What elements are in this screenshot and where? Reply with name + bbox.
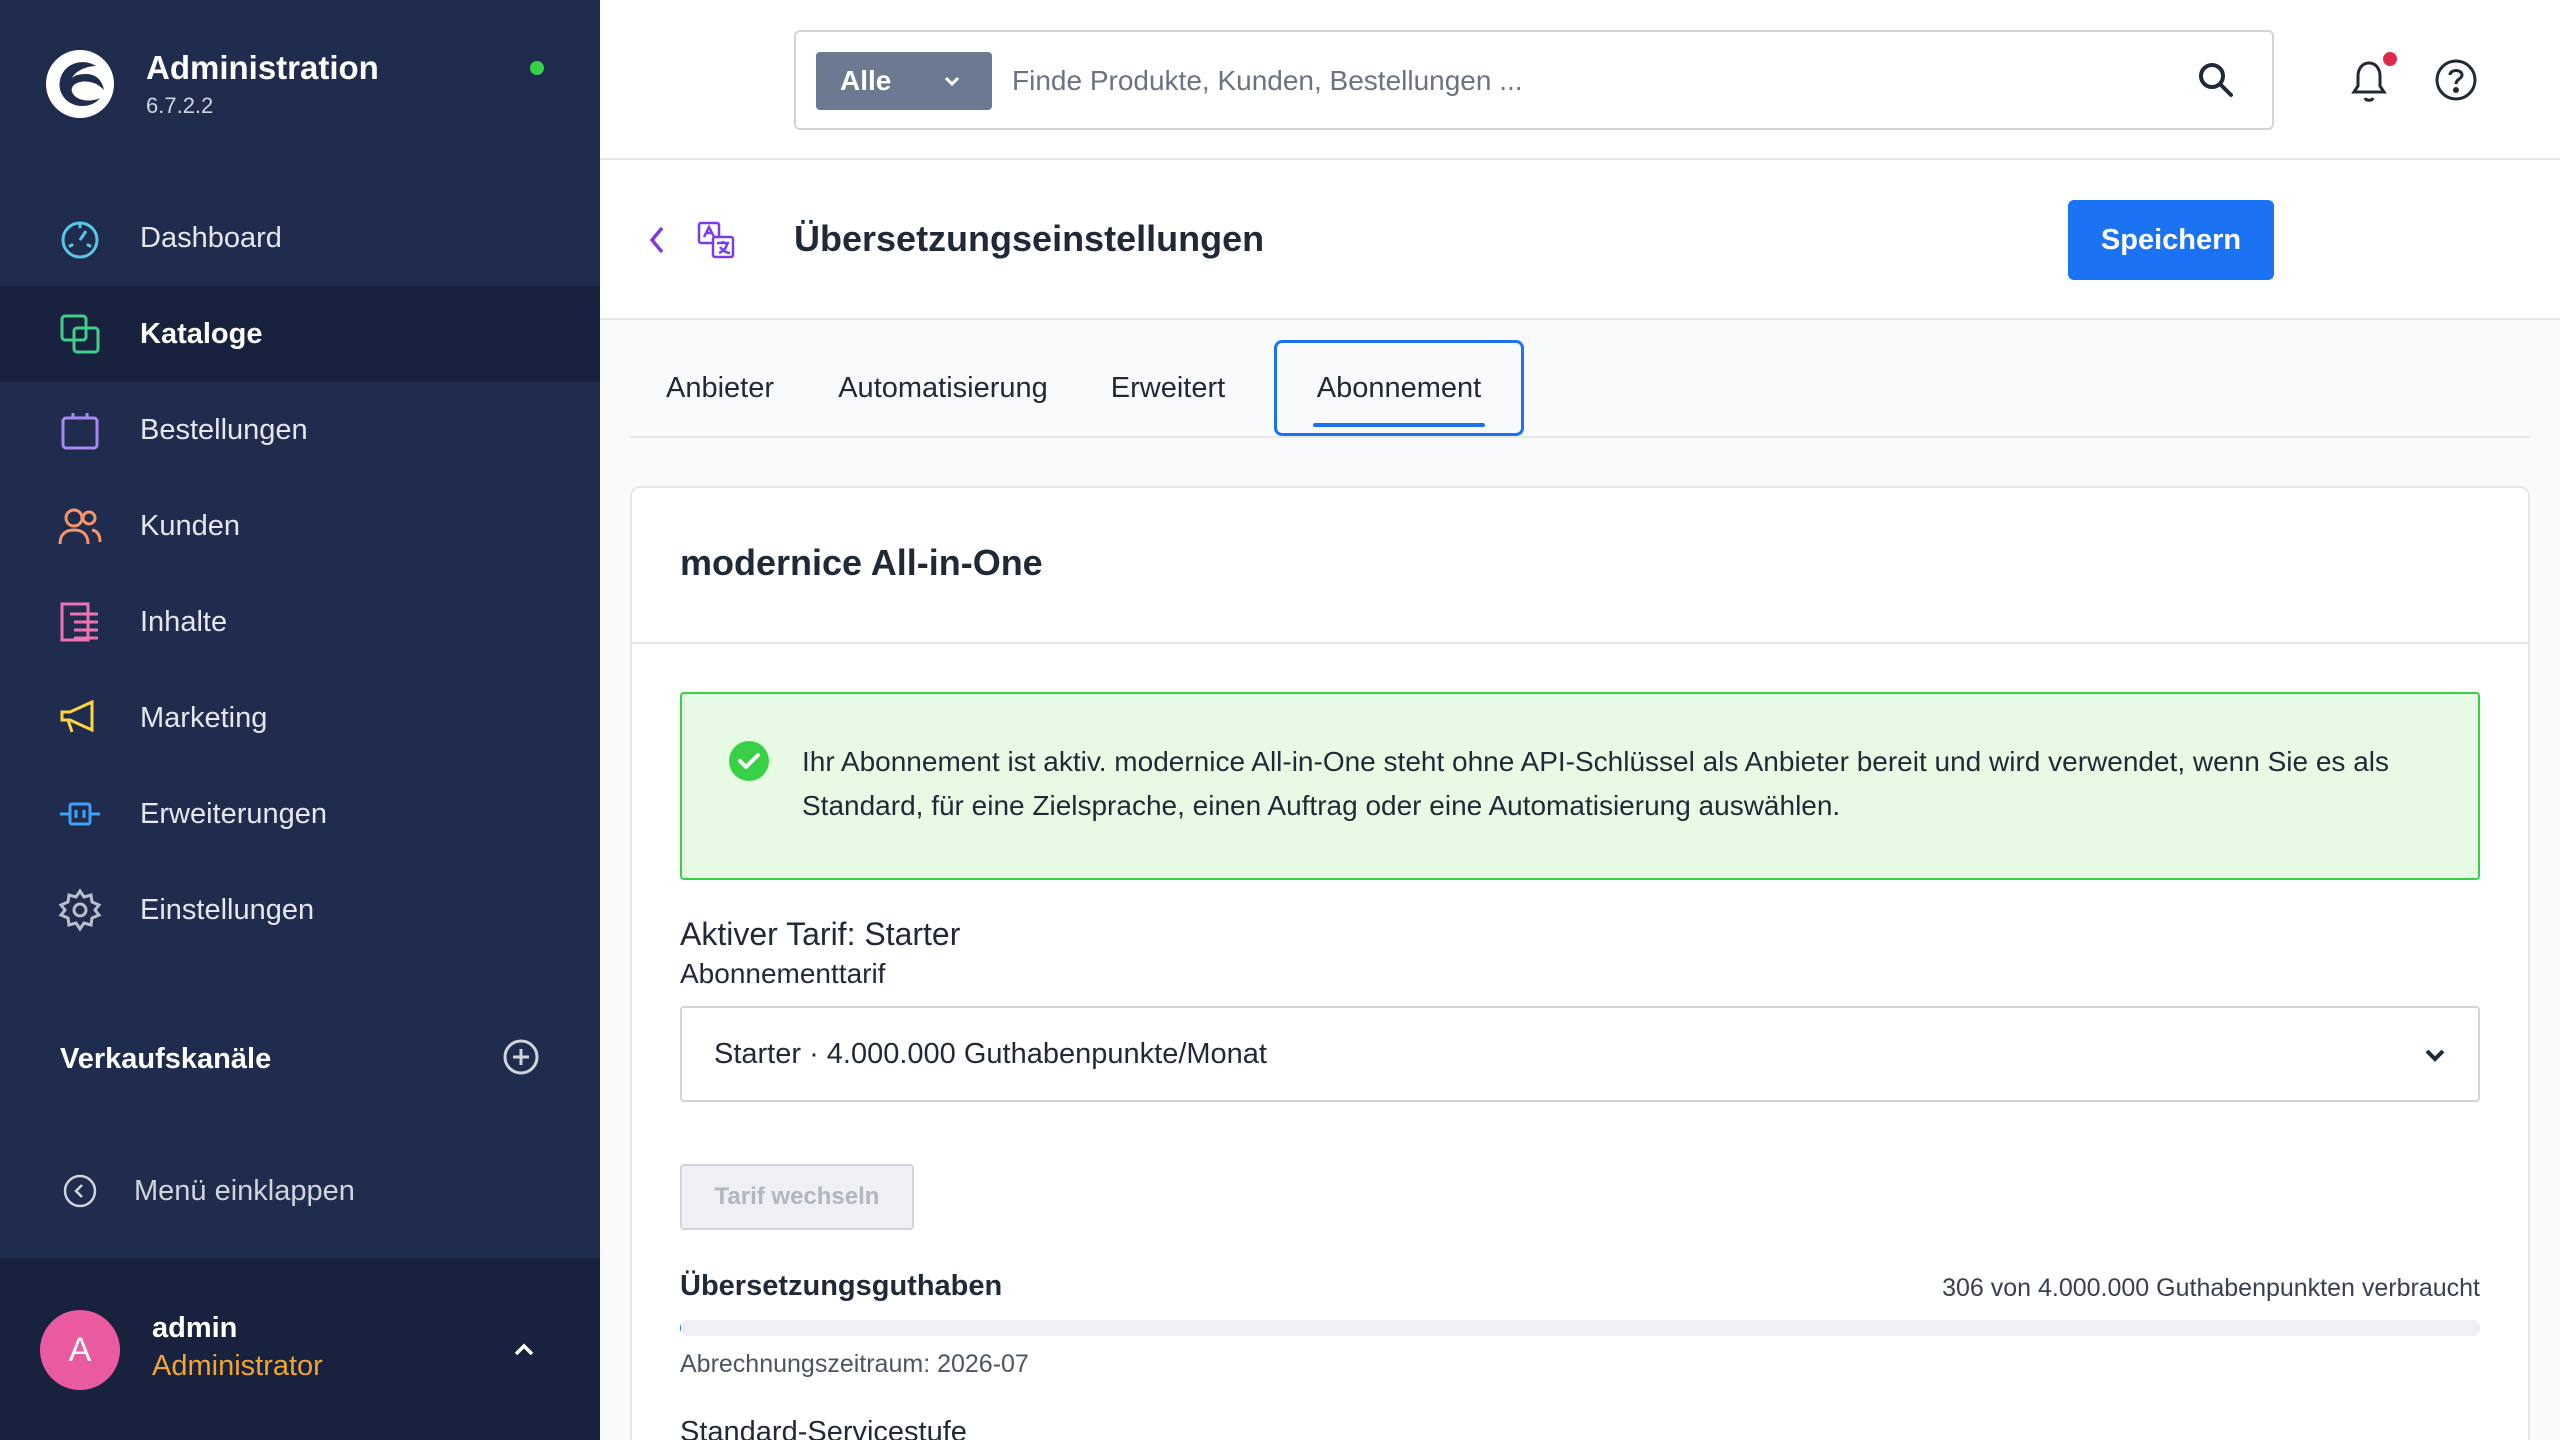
tab-automatisierung[interactable]: Automatisierung: [818, 340, 1068, 436]
settings-icon: [58, 888, 102, 932]
search-input[interactable]: [1012, 52, 2112, 110]
nav-label: Marketing: [140, 701, 268, 734]
nav-item-kataloge[interactable]: Kataloge: [0, 286, 600, 382]
tab-bar: Anbieter Automatisierung Erweitert Abonn…: [630, 340, 2530, 438]
translate-icon: [696, 220, 736, 265]
nav-item-kunden[interactable]: Kunden: [0, 478, 600, 574]
user-menu[interactable]: A admin Administrator: [0, 1258, 600, 1440]
dashboard-icon: [58, 216, 102, 260]
alert-text: Ihr Abonnement ist aktiv. modernice All-…: [802, 746, 2389, 821]
nav-label: Inhalte: [140, 605, 228, 638]
content-icon: [58, 600, 102, 644]
sales-channels-section: Verkaufskanäle: [60, 1038, 540, 1081]
nav-item-dashboard[interactable]: Dashboard: [0, 190, 600, 286]
tab-abonnement[interactable]: Abonnement: [1274, 340, 1524, 436]
switch-plan-button[interactable]: Tarif wechseln: [680, 1164, 914, 1230]
tab-label: Erweitert: [1110, 371, 1226, 404]
brand[interactable]: Administration 6.7.2.2: [44, 48, 379, 120]
add-sales-channel-icon[interactable]: [502, 1038, 540, 1081]
plan-select[interactable]: Starter · 4.000.000 Guthabenpunkte/Monat: [680, 1006, 2480, 1102]
check-circle-icon: [728, 740, 770, 787]
marketing-icon: [58, 696, 102, 740]
nav-label: Kataloge: [140, 317, 263, 350]
main-nav: Dashboard Kataloge Bestellungen Kunden I…: [0, 190, 600, 958]
tab-erweitert[interactable]: Erweitert: [1078, 340, 1258, 436]
search-icon[interactable]: [2196, 60, 2236, 105]
save-button[interactable]: Speichern: [2068, 200, 2274, 280]
user-name: admin: [152, 1312, 238, 1344]
tab-label: Abonnement: [1316, 371, 1482, 404]
chevron-down-icon: [944, 76, 960, 87]
nav-item-erweiterungen[interactable]: Erweiterungen: [0, 766, 600, 862]
nav-item-einstellungen[interactable]: Einstellungen: [0, 862, 600, 958]
chevron-up-icon[interactable]: [510, 1336, 538, 1369]
tab-label: Anbieter: [665, 371, 774, 404]
subscription-card: modernice All-in-One Ihr Abonnement ist …: [630, 486, 2530, 1440]
page-title: Übersetzungseinstellungen: [794, 218, 1265, 259]
billing-period: Abrechnungszeitraum: 2026-07: [680, 1350, 1029, 1378]
orders-icon: [58, 408, 102, 452]
nav-label: Dashboard: [140, 221, 282, 254]
active-tab-indicator: [1313, 423, 1485, 427]
customers-icon: [58, 504, 102, 548]
service-level-label: Standard-Servicestufe: [680, 1416, 967, 1440]
app-version: 6.7.2.2: [146, 93, 214, 118]
search-type-label: Alle: [840, 65, 892, 96]
success-alert: Ihr Abonnement ist aktiv. modernice All-…: [680, 692, 2480, 880]
extensions-icon: [58, 792, 102, 836]
chevron-down-icon: [2422, 1042, 2448, 1073]
nav-label: Bestellungen: [140, 413, 308, 446]
back-icon[interactable]: [642, 220, 672, 265]
collapse-menu-label: Menü einklappen: [134, 1174, 355, 1207]
tab-label: Automatisierung: [838, 371, 1048, 404]
help-icon[interactable]: [2434, 58, 2478, 107]
nav-item-bestellungen[interactable]: Bestellungen: [0, 382, 600, 478]
nav-label: Erweiterungen: [140, 797, 327, 830]
user-role: Administrator: [152, 1350, 323, 1382]
nav-item-inhalte[interactable]: Inhalte: [0, 574, 600, 670]
active-plan-title: Aktiver Tarif: Starter: [680, 916, 961, 952]
divider: [632, 642, 2528, 644]
app-title: Administration: [146, 49, 379, 86]
catalog-icon: [58, 312, 102, 356]
search-type-dropdown[interactable]: Alle: [816, 52, 992, 110]
credit-progress-bar: [680, 1320, 2480, 1336]
sales-channels-title: Verkaufskanäle: [60, 1043, 272, 1075]
global-search: Alle: [794, 30, 2274, 130]
status-indicator: [530, 61, 544, 75]
top-bar: Alle: [600, 0, 2560, 160]
credit-usage: 306 von 4.000.000 Guthabenpunkten verbra…: [1942, 1274, 2480, 1302]
credit-title: Übersetzungsguthaben: [680, 1270, 1003, 1302]
nav-label: Einstellungen: [140, 893, 315, 926]
avatar: A: [40, 1310, 120, 1390]
collapse-menu-button[interactable]: Menü einklappen: [62, 1173, 355, 1209]
nav-label: Kunden: [140, 509, 240, 542]
shopware-logo-icon: [46, 50, 114, 118]
plan-select-label: Abonnementtarif: [680, 958, 886, 989]
sidebar: Administration 6.7.2.2 Dashboard Katalog…: [0, 0, 600, 1440]
card-title: modernice All-in-One: [680, 542, 1043, 583]
tab-anbieter[interactable]: Anbieter: [630, 340, 810, 436]
notification-badge: [2383, 52, 2397, 66]
page-header: Übersetzungseinstellungen Speichern: [600, 160, 2560, 320]
chevron-left-circle-icon: [63, 1174, 97, 1208]
nav-item-marketing[interactable]: Marketing: [0, 670, 600, 766]
plan-select-value: Starter · 4.000.000 Guthabenpunkte/Monat: [714, 1038, 1267, 1070]
